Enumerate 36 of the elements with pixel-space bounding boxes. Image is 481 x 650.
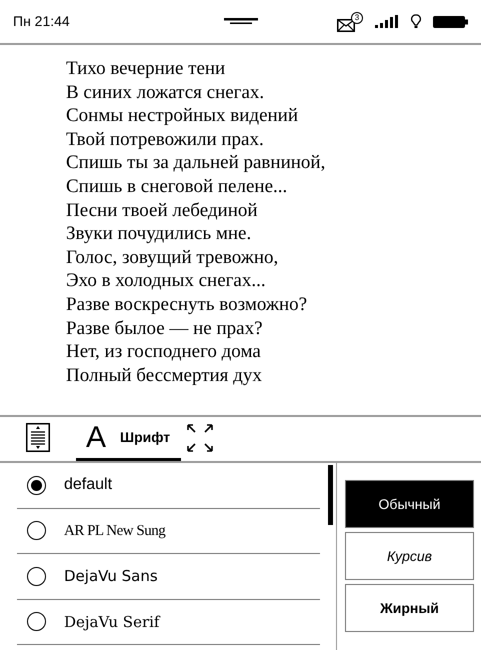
radio-button[interactable]: [27, 566, 46, 586]
notification-count: 3: [351, 12, 363, 24]
font-option[interactable]: DejaVu Serif: [17, 600, 320, 645]
font-style-button[interactable]: Жирный: [345, 584, 474, 632]
poem-line: Звуки почудились мне.: [66, 222, 252, 246]
radio-button[interactable]: [27, 476, 46, 495]
font-style-button[interactable]: Курсив: [345, 532, 474, 580]
poem-line: Тихо вечерние тени: [66, 57, 226, 81]
poem-line: Разве былое — не прах?: [66, 316, 263, 340]
menu-handle-icon[interactable]: [224, 18, 258, 25]
radio-button[interactable]: [27, 612, 46, 632]
poem-line: Голос, зовущий тревожно,: [66, 246, 278, 270]
scrollbar-thumb[interactable]: [328, 465, 333, 525]
signal-icon: [375, 15, 399, 28]
font-option[interactable]: DejaVu Sans: [17, 554, 320, 600]
line-spacing-icon: [26, 423, 50, 452]
poem-line: Сонмы нестройных видений: [66, 104, 298, 128]
lightbulb-icon: [411, 14, 421, 29]
poem-line: Песни твоей лебединой: [66, 198, 258, 222]
poem-line: В синих ложатся снегах.: [66, 80, 264, 104]
battery-icon: [433, 16, 468, 28]
font-icon: A: [86, 422, 106, 452]
poem-line: Полный бессмертия дух: [66, 364, 262, 388]
fullscreen-icon: [187, 424, 213, 452]
font-option[interactable]: default: [17, 463, 320, 508]
font-style-button[interactable]: Обычный: [345, 480, 474, 528]
font-option[interactable]: AR PL New Sung: [17, 508, 320, 554]
font-tab[interactable]: A Шрифт: [76, 417, 181, 461]
poem-line: Спишь в снеговой пелене...: [66, 174, 288, 199]
poem-line: Твой потревожили прах.: [66, 128, 264, 152]
poem-line: Спишь ты за дальней равниной,: [66, 151, 326, 175]
poem-line: Разве воскреснуть возможно?: [66, 292, 308, 317]
clock-time: Пн 21:44: [13, 12, 70, 31]
poem-line: Эхо в холодных снегах...: [66, 269, 266, 293]
poem-line: Нет, из господнего дома: [66, 340, 261, 364]
radio-button[interactable]: [27, 521, 46, 540]
